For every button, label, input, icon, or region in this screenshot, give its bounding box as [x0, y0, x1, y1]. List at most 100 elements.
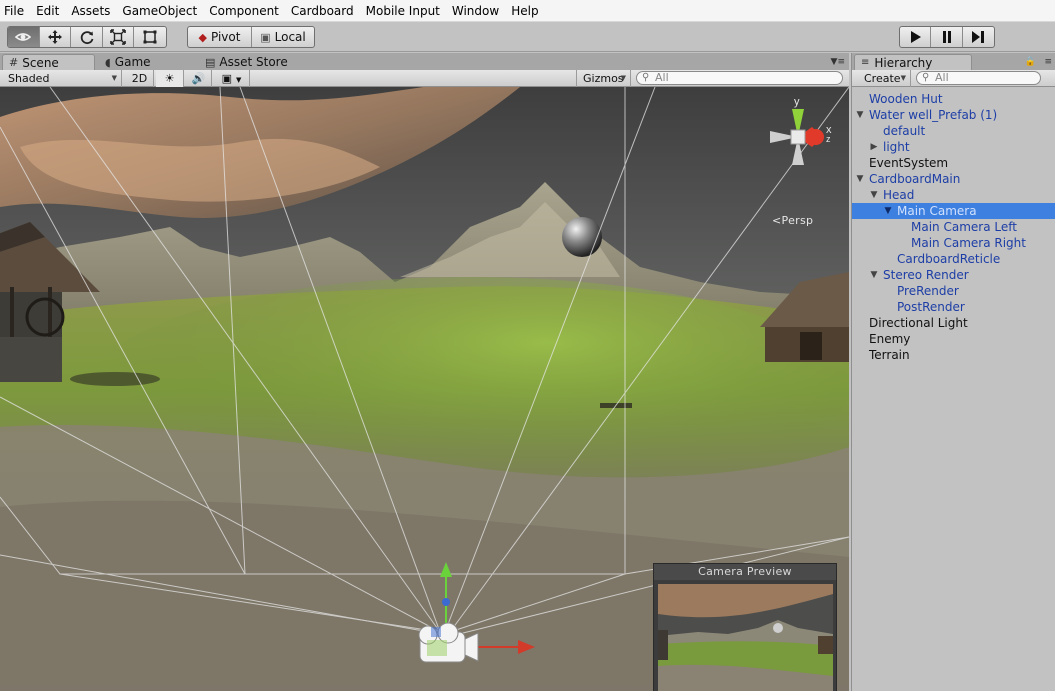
hierarchy-item-label: Water well_Prefab (1): [869, 108, 998, 122]
hierarchy-item[interactable]: default: [852, 123, 1055, 139]
scale-icon: [110, 29, 126, 45]
shading-mode-dropdown[interactable]: Shaded ▼: [2, 70, 122, 87]
hierarchy-item[interactable]: Directional Light: [852, 315, 1055, 331]
pause-button[interactable]: [931, 27, 963, 47]
rect-icon: [143, 30, 157, 44]
hierarchy-item[interactable]: EventSystem: [852, 155, 1055, 171]
unity-editor-window: File Edit Assets GameObject Component Ca…: [0, 0, 1055, 691]
pivot-icon: ◆: [198, 30, 207, 44]
transform-tools: [7, 26, 167, 48]
gizmo-y-label: y: [794, 96, 800, 108]
expanded-arrow-icon[interactable]: ▼: [869, 187, 879, 203]
menu-bar: File Edit Assets GameObject Component Ca…: [0, 0, 1055, 22]
hierarchy-tabbar: ≡ Hierarchy 🔒 ≡: [852, 53, 1055, 70]
scene-toolbar: Shaded ▼ 2D ☀ 🔊 ▣ ▼ Gizmos ▼ ⚲ All: [0, 70, 849, 87]
menu-edit[interactable]: Edit: [30, 0, 65, 22]
sun-icon: ☀: [164, 72, 175, 85]
hierarchy-item-label: Terrain: [869, 348, 910, 362]
hierarchy-toolbar: Create ▼ ⚲ All: [852, 70, 1055, 87]
menu-gameobject[interactable]: GameObject: [116, 0, 203, 22]
collapsed-arrow-icon[interactable]: ▶: [869, 139, 879, 155]
move-arrows-icon: [47, 30, 62, 44]
dropdown-arrow-icon: ▼: [620, 74, 626, 82]
step-button[interactable]: [963, 27, 994, 47]
tab-asset-store[interactable]: ▤ Asset Store: [199, 54, 309, 70]
menu-component[interactable]: Component: [203, 0, 285, 22]
hierarchy-item[interactable]: Enemy: [852, 331, 1055, 347]
search-icon: ⚲: [642, 72, 650, 83]
tab-game[interactable]: ◖ Game: [99, 54, 197, 70]
create-dropdown[interactable]: Create ▼: [856, 70, 911, 87]
audio-toggle[interactable]: 🔊: [186, 70, 212, 87]
expanded-arrow-icon[interactable]: ▼: [855, 171, 865, 187]
scale-tool-button[interactable]: [103, 27, 135, 47]
mode-2d-toggle[interactable]: 2D: [126, 70, 154, 87]
hierarchy-search-input[interactable]: ⚲ All: [916, 71, 1041, 85]
hierarchy-item-label: PreRender: [897, 284, 959, 298]
menu-file[interactable]: File: [0, 0, 30, 22]
dropdown-arrow-icon: ▼: [900, 74, 906, 82]
menu-assets[interactable]: Assets: [65, 0, 116, 22]
hierarchy-item-label: Main Camera: [897, 204, 977, 218]
hierarchy-item[interactable]: Main Camera Left: [852, 219, 1055, 235]
hierarchy-item[interactable]: PostRender: [852, 299, 1055, 315]
scene-panel: # Scene ◖ Game ▤ Asset Store ▼≡ Shaded ▼…: [0, 53, 849, 691]
move-tool-button[interactable]: [40, 27, 72, 47]
hierarchy-item[interactable]: ▼ Water well_Prefab (1): [852, 107, 1055, 123]
play-button[interactable]: [900, 27, 932, 47]
hierarchy-item[interactable]: ▶ light: [852, 139, 1055, 155]
pivot-button[interactable]: ◆ Pivot: [188, 27, 252, 47]
pivot-local-group: ◆ Pivot ▣ Local: [187, 26, 315, 48]
effects-dropdown[interactable]: ▣ ▼: [214, 70, 250, 87]
tab-hierarchy[interactable]: ≡ Hierarchy: [854, 54, 972, 70]
rect-tool-button[interactable]: [134, 27, 166, 47]
create-label: Create: [864, 72, 901, 85]
menu-help[interactable]: Help: [505, 0, 544, 22]
hand-tool-button[interactable]: [8, 27, 40, 47]
panel-menu-icon[interactable]: ≡: [1044, 57, 1052, 67]
persp-label-text: Persp: [781, 214, 814, 227]
gizmos-dropdown[interactable]: Gizmos ▼: [576, 70, 631, 87]
rotate-tool-button[interactable]: [71, 27, 103, 47]
hierarchy-item-label: CardboardReticle: [897, 252, 1001, 266]
step-icon: [972, 31, 985, 43]
hierarchy-item[interactable]: CardboardReticle: [852, 251, 1055, 267]
hierarchy-item[interactable]: ▼ Main Camera: [852, 203, 1055, 219]
play-controls: [899, 26, 995, 48]
hierarchy-item-label: Wooden Hut: [869, 92, 943, 106]
hierarchy-item-label: CardboardMain: [869, 172, 961, 186]
hierarchy-item-label: Main Camera Right: [911, 236, 1026, 250]
play-icon: [911, 31, 922, 43]
list-icon: ≡: [861, 57, 870, 68]
hierarchy-item[interactable]: PreRender: [852, 283, 1055, 299]
hierarchy-item-label: default: [883, 124, 926, 138]
hierarchy-tree: Wooden Hut ▼ Water well_Prefab (1) default ▶…: [852, 91, 1055, 363]
hierarchy-item[interactable]: Wooden Hut: [852, 91, 1055, 107]
dropdown-arrow-icon: ▼: [111, 74, 117, 82]
expanded-arrow-icon[interactable]: ▼: [883, 203, 893, 219]
mode-2d-label: 2D: [131, 72, 148, 85]
hierarchy-item[interactable]: ▼ Stereo Render: [852, 267, 1055, 283]
panel-menu-icon[interactable]: ▼≡: [831, 57, 845, 67]
tab-scene[interactable]: # Scene: [2, 54, 95, 70]
menu-cardboard[interactable]: Cardboard: [285, 0, 360, 22]
hierarchy-item[interactable]: Main Camera Right: [852, 235, 1055, 251]
expanded-arrow-icon[interactable]: ▼: [869, 267, 879, 283]
hierarchy-item[interactable]: ▼ Head: [852, 187, 1055, 203]
local-button[interactable]: ▣ Local: [252, 27, 314, 47]
camera-preview-image: [658, 584, 833, 691]
expanded-arrow-icon[interactable]: ▼: [855, 107, 865, 123]
persp-label[interactable]: <Persp: [772, 214, 813, 227]
scene-viewport[interactable]: y x z <Persp Camera Preview: [0, 87, 849, 691]
shopping-bag-icon: ▤: [205, 55, 216, 69]
lighting-toggle[interactable]: ☀: [156, 70, 184, 87]
hierarchy-item-label: Enemy: [869, 332, 911, 346]
menu-mobile-input[interactable]: Mobile Input: [360, 0, 446, 22]
hierarchy-item[interactable]: ▼ CardboardMain: [852, 171, 1055, 187]
hierarchy-item-label: EventSystem: [869, 156, 949, 170]
lock-icon[interactable]: 🔒: [1025, 57, 1036, 67]
scene-search-input[interactable]: ⚲ All: [636, 71, 843, 85]
hierarchy-item-label: light: [883, 140, 910, 154]
hierarchy-item[interactable]: Terrain: [852, 347, 1055, 363]
menu-window[interactable]: Window: [446, 0, 505, 22]
